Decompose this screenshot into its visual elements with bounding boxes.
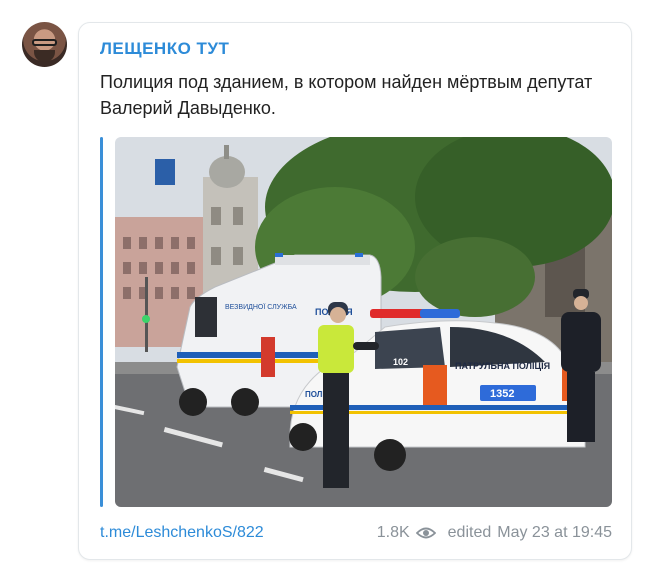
plate-number: 1352 [490,388,514,400]
photo-scene: ПОЛІЦІЯ ВЕЗВИДНОЇ СЛУЖБА ПАТРУЛЬНА ПОЛІЦ… [115,137,612,507]
avatar[interactable] [22,22,67,67]
van-side-label: ВЕЗВИДНОЇ СЛУЖБА [225,303,297,311]
message-datetime[interactable]: May 23 at 19:45 [497,524,612,542]
avatar-beard [34,50,55,62]
eye-icon [415,526,436,540]
message-meta: 1.8K edited May 23 at 19:45 [377,524,612,542]
car-number: 102 [393,357,408,367]
message-photo[interactable]: ПОЛІЦІЯ ВЕЗВИДНОЇ СЛУЖБА ПАТРУЛЬНА ПОЛІЦ… [115,137,612,507]
edited-label: edited [447,524,492,541]
avatar-glasses [32,39,57,46]
message-text: Полиция под зданием, в котором найден мё… [100,72,593,118]
views-count: 1.8K [376,524,410,541]
channel-name[interactable]: ЛЕЩЕНКО ТУТ [100,39,229,59]
post-link[interactable]: t.me/LeshchenkoS/822 [100,524,264,542]
car-rear-label: ПАТРУЛЬНА ПОЛІЦІЯ [455,361,550,371]
quote-bar [100,137,103,507]
